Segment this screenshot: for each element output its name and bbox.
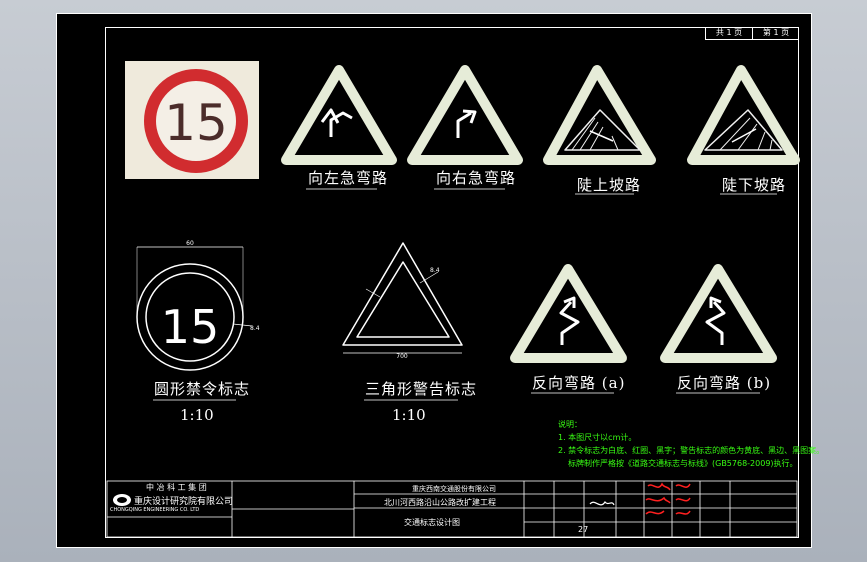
circle-dim-side: 8.4	[250, 325, 260, 332]
sharp-left-sign	[281, 65, 397, 165]
notes-line-2: 2. 禁令标志为白底、红圈、黑字；警告标志的颜色为黄底、黑边、黑图案。	[558, 446, 825, 455]
drawing-title: 交通标志设计图	[404, 518, 460, 527]
triangle-scale: 1:10	[392, 406, 426, 424]
slope-down-arrow-icon	[731, 128, 757, 143]
label-triangle-sign: 三角形警告标志	[365, 380, 478, 398]
photo-speed-number: 15	[164, 94, 228, 152]
reverse-curve-a-sign	[510, 264, 627, 363]
company-group: 中 冶 科 工 集 团	[146, 483, 207, 492]
steep-up-sign	[543, 65, 656, 165]
notes-line-1: 1. 本图尺寸以cm计。	[558, 433, 637, 442]
label-reverse-b: 反向弯路 (b)	[677, 374, 772, 392]
steep-down-sign	[687, 65, 800, 165]
triangle-sign-drawing	[342, 242, 463, 354]
approval-stamps	[645, 482, 691, 515]
company-logo	[113, 494, 131, 506]
label-reverse-a: 反向弯路 (a)	[532, 374, 626, 392]
sharp-right-sign	[407, 65, 523, 165]
circle-dim-top: 60	[186, 240, 194, 247]
company-name-en: CHONGQING ENGINEERING CO. LTD	[110, 507, 200, 513]
notes-line-3: 标牌制作严格按《道路交通标志与标线》(GB5768-2009)执行。	[568, 459, 798, 468]
reverse-curve-b-sign	[660, 264, 777, 363]
label-sharp-left: 向左急弯路	[308, 169, 389, 187]
label-circle-sign: 圆形禁令标志	[154, 380, 251, 398]
triangle-dim-bottom: 700	[396, 353, 408, 360]
slope-arrow-icon	[589, 130, 614, 142]
label-steep-up: 陡上坡路	[577, 176, 642, 194]
speed-limit-photo: 15	[125, 61, 259, 179]
notes-heading: 说明：	[558, 420, 582, 429]
client-name: 重庆西南交通股份有限公司	[412, 485, 496, 493]
circle-speed-number: 15	[161, 300, 220, 354]
sheet-number: 27	[578, 525, 589, 534]
notes-block: 说明： 1. 本图尺寸以cm计。 2. 禁令标志为白底、红圈、黑字；警告标志的颜…	[558, 418, 824, 470]
company-name: 重庆设计研究院有限公司	[134, 497, 234, 507]
label-steep-down: 陡下坡路	[722, 176, 787, 194]
project-name: 北川河西路沿山公路改扩建工程	[384, 498, 496, 507]
signature-scribble	[589, 500, 615, 506]
triangle-dim-side: 8.4	[430, 267, 440, 274]
drawing-canvas: 15 15 60 8.4 700 8.4	[106, 61, 800, 538]
circle-scale: 1:10	[180, 406, 214, 424]
label-sharp-right: 向右急弯路	[436, 169, 517, 187]
